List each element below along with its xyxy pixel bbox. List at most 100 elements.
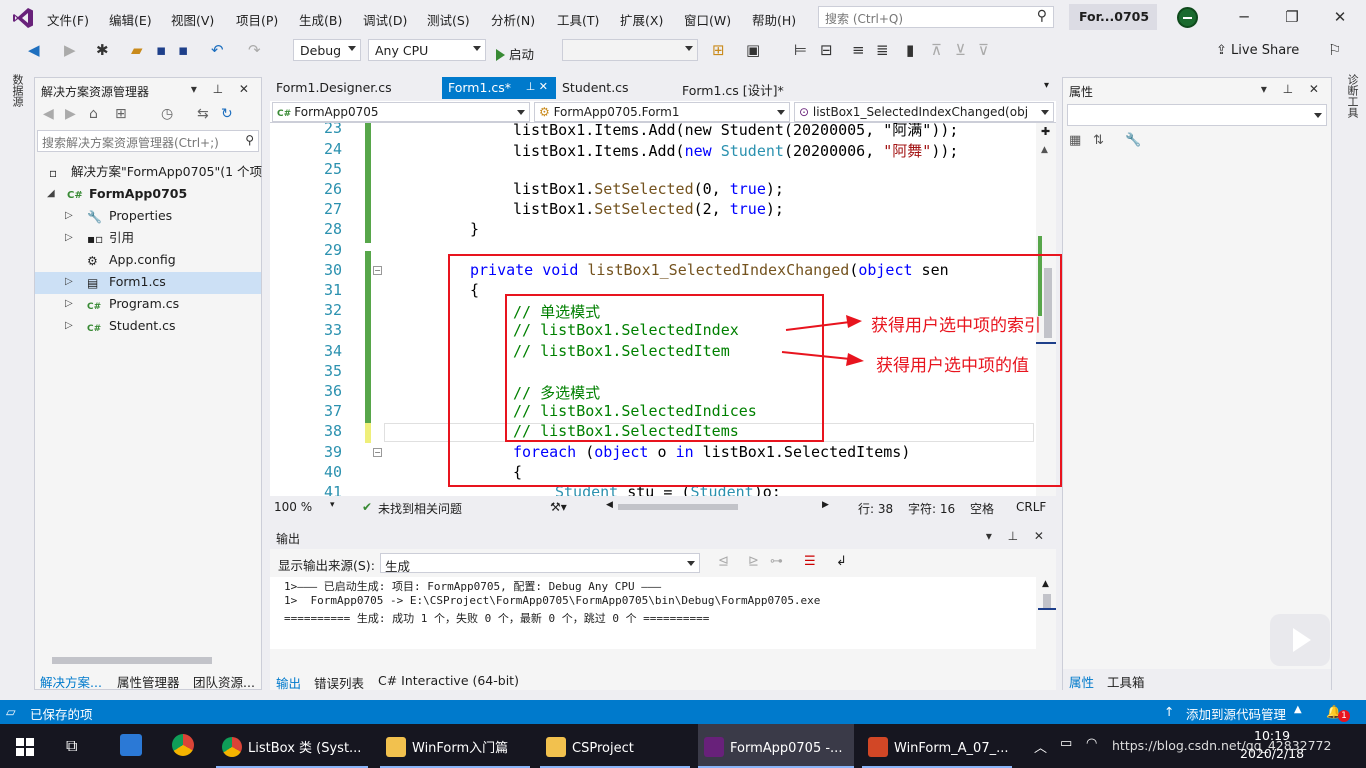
solution-node[interactable]: ▫ 解决方案"FormApp0705"(1 个项 [35,162,262,184]
pending-changes-icon[interactable]: ◷ [161,106,173,122]
output-text-area[interactable]: 1>——— 已启动生成: 项目: FormApp0705, 配置: Debug … [270,577,1056,649]
taskbar-app-powerpoint[interactable]: WinForm_A_07_... [862,724,1012,768]
clock-date[interactable]: 2020/2/18 [1240,746,1304,761]
menu-debug[interactable]: 调试(D) [363,10,407,29]
find-in-files-icon[interactable]: ⊞ [712,41,725,59]
class-nav-dropdown[interactable]: ⚙ FormApp0705.Form1 [534,102,790,122]
menu-build[interactable]: 生成(B) [299,10,342,29]
screenshot-icon[interactable]: ▣ [746,41,760,59]
battery-icon[interactable]: ▭ [1060,736,1072,751]
uncomment-icon[interactable]: ≣ [876,41,889,59]
task-view-icon[interactable]: ⧉ [66,736,77,756]
issues-status[interactable]: 未找到相关问题 [378,500,462,517]
clear-all-icon[interactable]: ☰ [804,554,816,569]
expand-arrow-icon[interactable]: ▷ [65,316,73,336]
bookmark-icon[interactable]: ▮ [906,41,914,59]
taskbar-app-winform[interactable]: WinForm入门篇 [380,724,530,768]
fold-toggle-icon[interactable]: − [373,448,382,457]
tab-form1-designer-cs[interactable]: Form1.Designer.cs [270,77,398,99]
scroll-up-icon[interactable]: ▲ [1042,579,1049,589]
categorized-icon[interactable]: ▦ [1069,133,1081,148]
back-icon[interactable]: ◀ [28,41,40,59]
alphabetical-icon[interactable]: ⇅ [1093,133,1104,148]
account-avatar[interactable] [1177,7,1198,28]
tree-item-app-config[interactable]: ⚙ App.config [35,250,261,272]
redo-icon[interactable]: ↷ [248,41,261,59]
tab-properties[interactable]: 属性 [1069,672,1094,691]
diagnostic-tools-tab[interactable]: 诊断工具 [1344,74,1360,118]
live-share-button[interactable]: ⇪ Live Share [1216,43,1299,58]
scroll-right-icon[interactable]: ▶ [822,500,829,510]
solution-search-input[interactable]: 搜索解决方案资源管理器(Ctrl+;) ⚲ [37,130,259,152]
scrollbar-thumb[interactable] [52,657,212,664]
startup-item-dropdown[interactable] [562,39,698,61]
menu-extensions[interactable]: 扩展(X) [620,10,663,29]
taskbar-app-listbox[interactable]: ListBox 类 (Syst... [216,724,368,768]
word-wrap-icon[interactable]: ↲ [836,554,847,569]
save-all-icon[interactable]: ▪ [178,41,188,59]
prev-bookmark-icon[interactable]: ⊼ [931,41,942,59]
align-icon[interactable]: ⊨ [794,41,807,59]
tab-error-list[interactable]: 错误列表 [314,673,364,692]
expand-arrow-icon[interactable]: ▷ [65,294,73,314]
undo-icon[interactable]: ↶ [211,41,224,59]
collapse-arrow-icon[interactable]: ◢ [47,184,55,204]
data-sources-tab[interactable]: 数据源 [9,74,25,107]
tray-chevron-icon[interactable]: ︿ [1034,737,1047,756]
menu-project[interactable]: 项目(P) [236,10,278,29]
project-nav-dropdown[interactable]: C# FormApp0705 [272,102,530,122]
refresh-icon[interactable]: ↻ [221,106,233,122]
scroll-up-icon[interactable]: ▲ [1041,145,1048,155]
menu-test[interactable]: 测试(S) [427,10,470,29]
next-message-icon[interactable]: ⊶ [770,554,783,569]
minimize-icon[interactable]: ─ [1234,8,1254,26]
tab-form1-designer-view[interactable]: Form1.cs [设计]* [676,77,790,99]
start-debugging-button[interactable]: 启动 [496,44,534,63]
forward-icon[interactable]: ▶ [64,41,76,59]
feedback-icon[interactable]: ⚐ [1328,41,1341,59]
tab-toolbox[interactable]: 工具箱 [1107,672,1145,691]
find-message-icon[interactable]: ⊴ [718,554,729,569]
back-icon[interactable]: ◀ [43,106,54,122]
open-folder-icon[interactable]: ▰ [131,41,143,59]
taskbar-app-visual-studio[interactable]: FormApp0705 -... [698,724,854,768]
store-icon[interactable] [120,734,142,756]
prev-message-icon[interactable]: ⊵ [748,554,759,569]
tree-item-references[interactable]: ▷ ▪▫ 引用 [35,228,261,250]
fold-toggle-icon[interactable]: − [373,266,382,275]
menu-view[interactable]: 视图(V) [171,10,214,29]
network-icon[interactable]: ◠ [1086,736,1097,751]
zoom-dropdown-icon[interactable]: ▾ [330,500,335,510]
zoom-level[interactable]: 100 % [274,500,312,514]
configuration-dropdown[interactable]: Debug [293,39,361,61]
panel-window-buttons[interactable]: ▾ ⊥ ✕ [191,82,255,96]
add-to-source-control[interactable]: 添加到源代码管理 [1186,704,1286,723]
tab-form1-cs[interactable]: Form1.cs* ⊥ ✕ [442,77,556,99]
solution-horizontal-scrollbar[interactable] [40,654,254,666]
taskbar-app-csproject[interactable]: CSProject [540,724,690,768]
tree-item-student[interactable]: ▷ C# Student.cs [35,316,261,338]
properties-object-dropdown[interactable] [1067,104,1327,126]
forward-icon[interactable]: ▶ [65,106,76,122]
brush-icon[interactable]: ⚒▾ [550,500,567,514]
expand-arrow-icon[interactable]: ▷ [65,228,73,248]
tab-property-manager[interactable]: 属性管理器 [117,672,180,691]
home-icon[interactable]: ⌂ [89,106,98,122]
tree-item-program[interactable]: ▷ C# Program.cs [35,294,261,316]
tab-student-cs[interactable]: Student.cs [556,77,635,99]
search-input[interactable]: 搜索 (Ctrl+Q) ⚲ [818,6,1054,28]
clear-bookmarks-icon[interactable]: ⊽ [978,41,989,59]
panel-window-buttons[interactable]: ▾ ⊥ ✕ [1261,82,1325,96]
scrollbar-thumb[interactable] [1043,594,1051,608]
menu-analyze[interactable]: 分析(N) [491,10,535,29]
tab-overflow-icon[interactable]: ▾ [1038,77,1055,99]
menu-help[interactable]: 帮助(H) [752,10,796,29]
tab-solution-explorer[interactable]: 解决方案... [40,672,102,691]
tab-output[interactable]: 输出 [276,673,301,692]
project-node[interactable]: ◢ C# FormApp0705 [35,184,261,206]
expand-arrow-icon[interactable]: ▷ [65,206,73,226]
menu-file[interactable]: 文件(F) [47,10,89,29]
expand-arrow-icon[interactable]: ▷ [65,272,73,292]
tab-csharp-interactive[interactable]: C# Interactive (64-bit) [378,673,519,688]
output-source-dropdown[interactable]: 生成 [380,553,700,574]
